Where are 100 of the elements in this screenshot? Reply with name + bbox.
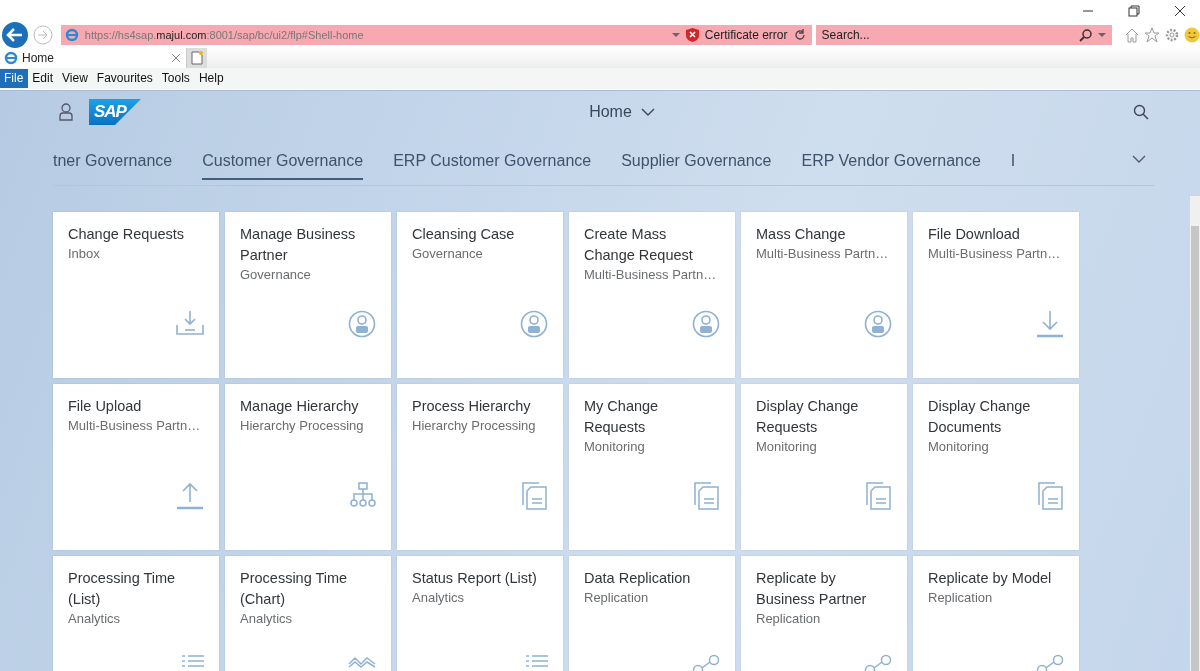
menu-item[interactable]: Help [194, 69, 229, 88]
tile-title: Manage Hierarchy [240, 397, 359, 416]
group-tab[interactable]: ERP Customer Governance [393, 145, 592, 180]
person-circle-icon [348, 310, 376, 338]
tile-title: Mass Change [756, 225, 846, 244]
browser-logo-icon [4, 51, 18, 65]
list-icon [182, 654, 204, 668]
scroll-bar[interactable] [1190, 196, 1200, 671]
app-tile[interactable]: Create Mass Change Request Multi-Business Partn… [569, 212, 735, 378]
tile-subtitle: Inbox [68, 246, 100, 261]
tile-title: Status Report (List) [412, 569, 537, 588]
documents-icon [694, 482, 720, 510]
app-tile[interactable]: File Download Multi-Business Partn… [913, 212, 1079, 378]
tile-subtitle: Hierarchy Processing [240, 418, 364, 433]
app-tile[interactable]: Processing Time (List) Analytics [53, 556, 219, 671]
restore-icon[interactable] [1128, 5, 1140, 17]
tile-subtitle: Multi-Business Partn… [584, 267, 717, 282]
forward-icon[interactable] [32, 25, 53, 45]
address-bar[interactable]: https://hs4sap.majul.com:8001/sap/bc/ui2/flp#Shell-home Certificate error [60, 25, 812, 45]
tile-title: Data Replication [584, 569, 691, 588]
app-tile[interactable]: Display Change Requests Monitoring [741, 384, 907, 550]
back-icon[interactable] [1, 21, 29, 49]
tile-title: Replicate by Model [928, 569, 1052, 588]
app-tile[interactable]: Display Change Documents Monitoring [913, 384, 1079, 550]
menu-item[interactable]: File [0, 69, 29, 88]
menu-item[interactable]: Tools [157, 69, 195, 88]
new-tab-button[interactable] [186, 48, 207, 68]
search-field[interactable]: Search... [815, 25, 1113, 45]
app-tile[interactable]: Mass Change Multi-Business Partn… [741, 212, 907, 378]
app-tile[interactable]: My Change Requests Monitoring [569, 384, 735, 550]
tile-title: Change Requests [68, 225, 185, 244]
tile-title: Create Mass Change Request [584, 225, 694, 265]
app-tile[interactable]: Data Replication Replication [569, 556, 735, 671]
tile-subtitle: Multi-Business Partn… [756, 246, 889, 261]
search-icon[interactable] [1079, 28, 1093, 42]
tile-subtitle: Analytics [412, 590, 465, 605]
menu-item[interactable]: Edit [28, 69, 59, 88]
tile-subtitle: Monitoring [584, 439, 645, 454]
tile-title: Cleansing Case [412, 225, 515, 244]
app-tile[interactable]: Manage Business Partner Governance [225, 212, 391, 378]
dropdown-icon[interactable] [671, 32, 680, 38]
url-text: https://hs4sap.majul.com:8001/sap/bc/ui2/flp#Shell-home [84, 29, 364, 41]
smiley-icon[interactable] [1184, 27, 1200, 43]
group-tab[interactable]: ERP Vendor Governance [801, 145, 981, 180]
new-page-icon [191, 51, 203, 65]
group-tab[interactable]: I [1010, 145, 1016, 180]
menu-item[interactable]: View [58, 69, 93, 88]
app-tile[interactable]: Status Report (List) Analytics [397, 556, 563, 671]
tile-subtitle: Replication [928, 590, 993, 605]
tile-subtitle: Governance [240, 267, 311, 282]
tab-title: Home [22, 51, 54, 65]
search-field[interactable]: Search... [821, 28, 1074, 42]
logo[interactable]: SAP [89, 99, 141, 125]
search-icon[interactable] [1133, 104, 1149, 120]
browser-logo-icon [64, 28, 79, 42]
line-chart-icon [348, 654, 376, 668]
certificate-error-text[interactable]: Certificate error [704, 28, 788, 42]
inbox-download-icon [176, 310, 204, 336]
hierarchy-icon [350, 482, 376, 508]
tile-subtitle: Replication [756, 611, 821, 626]
app-tile[interactable]: Change Requests Inbox [53, 212, 219, 378]
tile-title: Processing Time (Chart) [240, 569, 349, 609]
tile-title: Display Change Requests [756, 397, 860, 437]
chevron-down-icon [640, 108, 655, 116]
person-circle-icon [864, 310, 892, 338]
group-tab[interactable]: tner Governance [53, 145, 173, 180]
app-tile[interactable]: Cleansing Case Governance [397, 212, 563, 378]
person-circle-icon [692, 310, 720, 338]
documents-icon [866, 482, 892, 510]
page-title[interactable]: Home [589, 103, 655, 121]
close-icon[interactable] [1174, 5, 1186, 17]
dropdown-icon[interactable] [1098, 32, 1107, 38]
user-icon[interactable] [59, 103, 73, 121]
group-tab[interactable]: Customer Governance [202, 145, 364, 180]
browser-tab[interactable]: Home [0, 48, 186, 68]
group-tab[interactable]: Supplier Governance [621, 145, 772, 180]
tile-subtitle: Analytics [68, 611, 121, 626]
tile-title: Processing Time (List) [68, 569, 177, 609]
app-tile[interactable]: Replicate by Model Replication [913, 556, 1079, 671]
menu-item[interactable]: Favourites [92, 69, 158, 88]
app-tile[interactable]: Processing Time (Chart) Analytics [225, 556, 391, 671]
star-icon[interactable] [1144, 27, 1161, 43]
tile-subtitle: Analytics [240, 611, 293, 626]
settings-icon[interactable] [1164, 27, 1181, 43]
home-icon[interactable] [1124, 27, 1141, 43]
tile-title: My Change Requests [584, 397, 660, 437]
tile-subtitle: Monitoring [928, 439, 989, 454]
tile-subtitle: Hierarchy Processing [412, 418, 536, 433]
documents-icon [522, 482, 548, 510]
app-tile[interactable]: Replicate by Business Partner Replication [741, 556, 907, 671]
upload-icon [176, 482, 204, 510]
tile-title: File Download [928, 225, 1020, 244]
tile-subtitle: Multi-Business Partn… [68, 418, 201, 433]
tile-subtitle: Multi-Business Partn… [928, 246, 1061, 261]
download-icon [1036, 310, 1064, 338]
app-tile[interactable]: Process Hierarchy Hierarchy Processing [397, 384, 563, 550]
app-tile[interactable]: File Upload Multi-Business Partn… [53, 384, 219, 550]
app-tile[interactable]: Manage Hierarchy Hierarchy Processing [225, 384, 391, 550]
refresh-icon[interactable] [793, 29, 806, 41]
chevron-down-icon[interactable] [1132, 155, 1146, 163]
